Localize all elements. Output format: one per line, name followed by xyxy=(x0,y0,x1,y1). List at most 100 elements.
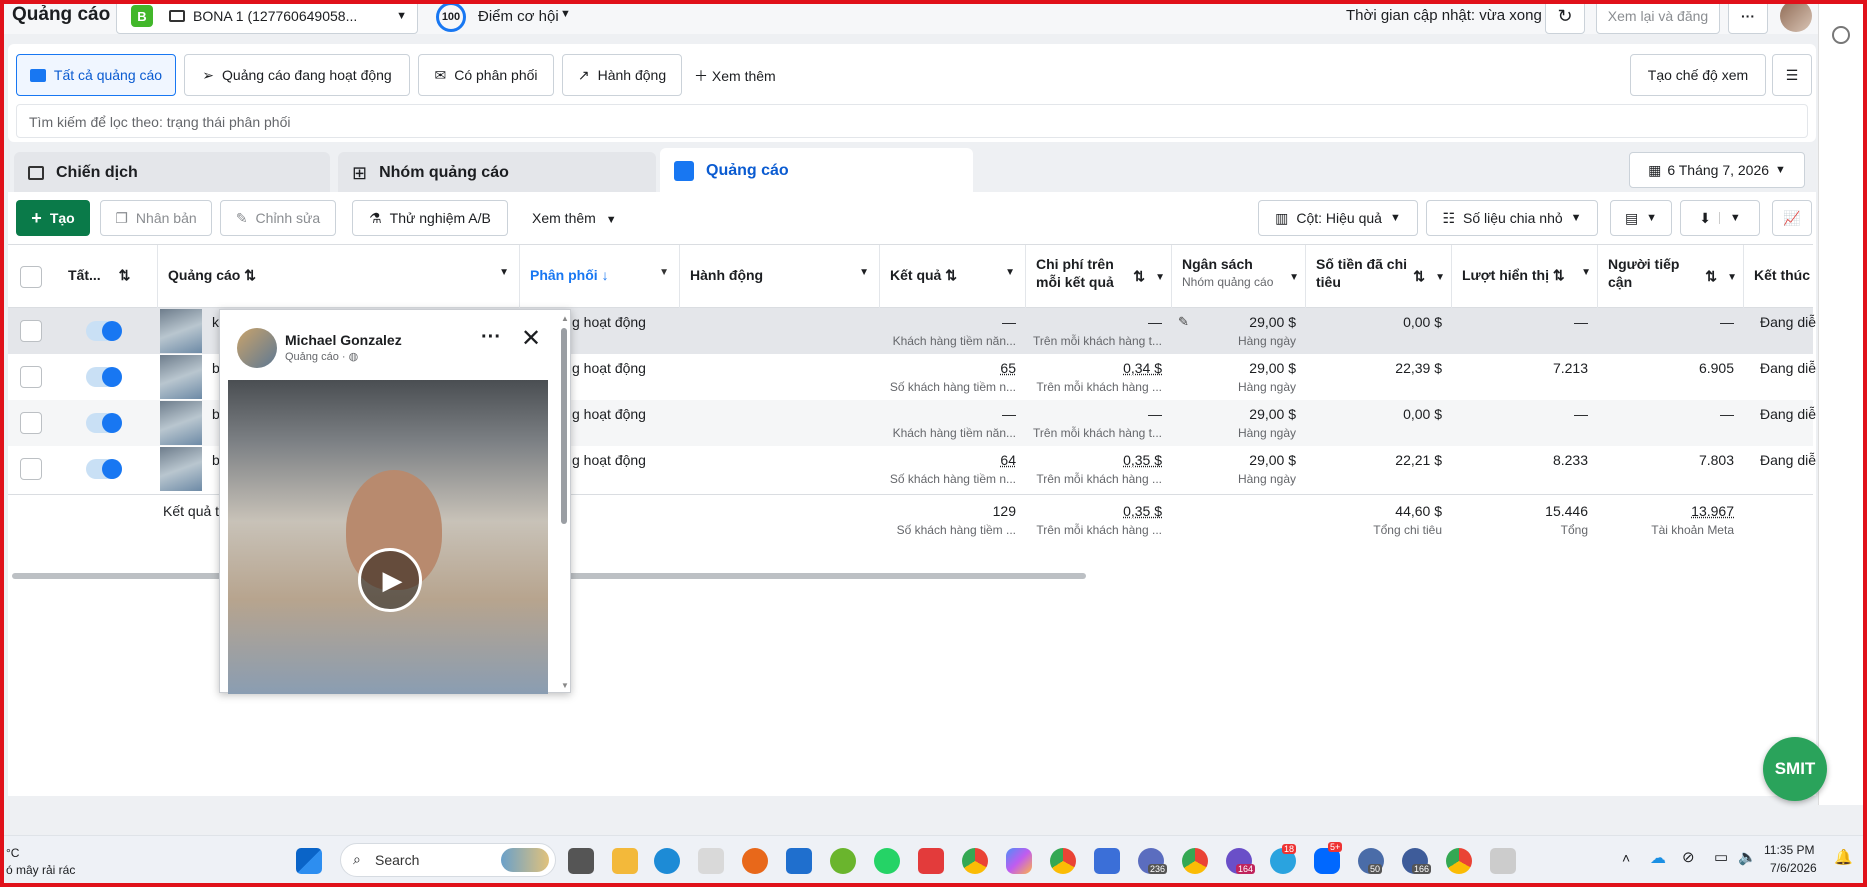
budget-value[interactable]: 29,00 $ xyxy=(1172,360,1296,376)
onedrive-icon[interactable]: ☁ xyxy=(1650,848,1666,868)
snipping-tool-icon[interactable] xyxy=(1490,848,1516,874)
play-icon[interactable]: ▶ xyxy=(358,548,422,612)
totals-cost[interactable]: 0,35 $ xyxy=(1026,503,1162,519)
header-end[interactable]: Kết thúc ↑ xyxy=(1744,245,1813,309)
taskbar-search-input[interactable]: ⌕ Search xyxy=(340,843,556,877)
filters-see-more[interactable]: ＋ Xem thêm xyxy=(694,66,776,86)
clock-icon[interactable] xyxy=(1832,26,1850,44)
notification-icon[interactable]: 🔔 xyxy=(1834,848,1853,866)
ad-name-link[interactable]: k xyxy=(212,314,219,330)
app-blue-icon[interactable] xyxy=(1094,848,1120,874)
edit-button[interactable]: ✎ Chỉnh sửa xyxy=(220,200,336,236)
header-ad-name[interactable]: Quảng cáo ⇅ ▼ xyxy=(158,245,520,309)
ad-status-toggle[interactable] xyxy=(86,321,122,341)
chrome-icon[interactable] xyxy=(1050,848,1076,874)
cost-value[interactable]: — xyxy=(1026,406,1162,422)
whatsapp-icon[interactable] xyxy=(874,848,900,874)
tab-all-ads[interactable]: Tất cả quảng cáo xyxy=(16,54,176,96)
clock-time[interactable]: 11:35 PM xyxy=(1764,843,1814,857)
ad-status-toggle[interactable] xyxy=(86,367,122,387)
clock-date[interactable]: 7/6/2026 xyxy=(1770,861,1817,875)
ad-thumbnail[interactable] xyxy=(160,447,202,491)
page-name[interactable]: Michael Gonzalez xyxy=(285,332,402,348)
header-reach[interactable]: Người tiếp cận ⇅ ▼ xyxy=(1598,245,1744,309)
budget-value[interactable]: 29,00 $ xyxy=(1172,452,1296,468)
chrome-profile-icon[interactable]: 236 xyxy=(1138,848,1168,874)
network-icon[interactable]: ⊘ xyxy=(1682,848,1695,866)
display-icon[interactable]: ▭ xyxy=(1714,848,1728,866)
chevron-down-icon[interactable]: ▼ xyxy=(560,8,571,20)
wps-icon[interactable] xyxy=(918,848,944,874)
app-icon[interactable] xyxy=(698,848,724,874)
edge-icon[interactable] xyxy=(654,848,680,874)
tab-campaigns[interactable]: Chiến dịch xyxy=(14,152,330,194)
tab-with-delivery[interactable]: ✉ Có phân phối xyxy=(418,54,554,96)
tab-active-ads[interactable]: ➢ Quảng cáo đang hoạt động xyxy=(184,54,410,96)
account-selector[interactable]: B BONA 1 (127760649058... ▼ xyxy=(116,0,418,34)
chart-toggle-button[interactable]: 📈 xyxy=(1772,200,1812,236)
video-preview[interactable]: ▶ xyxy=(228,380,548,694)
chrome-icon[interactable] xyxy=(962,848,988,874)
ad-thumbnail[interactable] xyxy=(160,309,202,353)
date-range-picker[interactable]: ▦ 6 Tháng 7, 2026 ▼ xyxy=(1629,152,1805,188)
popup-scrollbar[interactable]: ▲ ▼ xyxy=(560,314,569,690)
tab-actions[interactable]: ↗ Hành động xyxy=(562,54,682,96)
row-checkbox[interactable] xyxy=(20,458,42,480)
ad-status-toggle[interactable] xyxy=(86,459,122,479)
export-button[interactable]: ⬇ ▼ xyxy=(1680,200,1760,236)
duplicate-button[interactable]: ❐ Nhân bản xyxy=(100,200,212,236)
chevron-up-icon[interactable]: ˄ xyxy=(1622,850,1630,866)
header-delivery[interactable]: Phân phối ↓ ▼ xyxy=(520,245,680,309)
results-value[interactable]: 65 xyxy=(880,360,1016,376)
row-checkbox[interactable] xyxy=(20,366,42,388)
store-icon[interactable] xyxy=(786,848,812,874)
columns-button[interactable]: ▥ Cột: Hiệu quả ▼ xyxy=(1258,200,1418,236)
firefox-icon[interactable] xyxy=(742,848,768,874)
chrome-icon[interactable] xyxy=(1446,848,1472,874)
ad-thumbnail[interactable] xyxy=(160,401,202,445)
row-checkbox[interactable] xyxy=(20,412,42,434)
zalo-icon[interactable]: 5+ xyxy=(1314,842,1343,874)
budget-value[interactable]: 29,00 $ xyxy=(1172,314,1296,330)
chat-bubble-button[interactable]: SMIT xyxy=(1763,737,1827,801)
totals-reach[interactable]: 13.967 xyxy=(1598,503,1734,519)
ab-test-button[interactable]: ⚗ Thử nghiệm A/B xyxy=(352,200,508,236)
tab-ads[interactable]: Quảng cáo xyxy=(660,148,973,194)
chrome-profile-icon[interactable]: 166 xyxy=(1402,848,1432,874)
opportunity-score-icon[interactable]: 100 xyxy=(436,2,466,32)
chrome-profile-icon[interactable]: 50 xyxy=(1358,848,1384,874)
more-options-button[interactable]: ··· xyxy=(1728,0,1768,34)
app-green-icon[interactable] xyxy=(830,848,856,874)
weather-temp[interactable]: °C xyxy=(6,846,19,860)
header-onoff[interactable]: Tất... ⇅ xyxy=(58,245,158,309)
ad-status-toggle[interactable] xyxy=(86,413,122,433)
chrome-profile-icon[interactable]: 164 xyxy=(1226,848,1256,874)
create-button[interactable]: + Tạo xyxy=(16,200,90,236)
file-explorer-icon[interactable] xyxy=(612,848,638,874)
settings-sliders-button[interactable]: ☰ xyxy=(1772,54,1812,96)
telegram-icon[interactable]: 18 xyxy=(1270,844,1297,874)
breakdown-button[interactable]: ☷ Số liệu chia nhỏ ▼ xyxy=(1426,200,1598,236)
toolbar-see-more[interactable]: Xem thêm ▼ xyxy=(532,210,617,226)
chrome-icon[interactable] xyxy=(1182,848,1208,874)
more-icon[interactable]: ··· xyxy=(481,326,501,349)
budget-value[interactable]: 29,00 $ xyxy=(1172,406,1296,422)
header-amount-spent[interactable]: Số tiền đã chi tiêu ⇅ ▼ xyxy=(1306,245,1452,309)
cost-value[interactable]: 0,34 $ xyxy=(1026,360,1162,376)
weather-desc[interactable]: ó mây rải rác xyxy=(6,863,75,877)
reports-button[interactable]: ▤ ▼ xyxy=(1610,200,1672,236)
avatar[interactable] xyxy=(1780,0,1812,32)
create-view-button[interactable]: Tạo chế độ xem xyxy=(1630,54,1766,96)
select-all-checkbox[interactable] xyxy=(20,266,42,288)
header-cost-per-result[interactable]: Chi phí trên mỗi kết quả ⇅ ▼ xyxy=(1026,245,1172,309)
close-icon[interactable]: ✕ xyxy=(521,324,541,353)
header-impressions[interactable]: Lượt hiển thị ⇅ ▼ xyxy=(1452,245,1598,309)
refresh-button[interactable]: ↻ xyxy=(1545,0,1585,34)
results-value[interactable]: — xyxy=(880,314,1016,330)
windows-start-icon[interactable] xyxy=(296,848,322,874)
cost-value[interactable]: — xyxy=(1026,314,1162,330)
row-checkbox[interactable] xyxy=(20,320,42,342)
search-filter-input[interactable]: Tìm kiếm để lọc theo: trạng thái phân ph… xyxy=(16,104,1808,138)
header-actions[interactable]: Hành động ▼ xyxy=(680,245,880,309)
opportunity-score-label[interactable]: Điểm cơ hội xyxy=(478,8,559,25)
